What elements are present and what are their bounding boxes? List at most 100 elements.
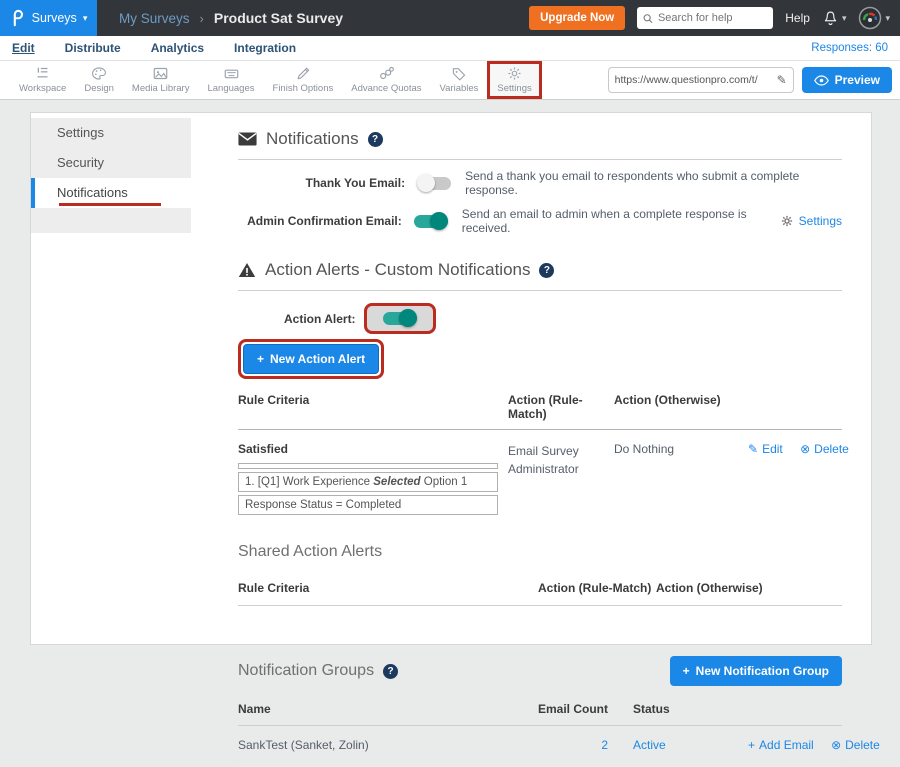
thank-you-email-toggle[interactable] [417, 177, 451, 190]
toolbar-label: Advance Quotas [351, 83, 421, 94]
toolbar-label: Media Library [132, 83, 190, 94]
toolbar-item-workspace[interactable]: Workspace [10, 61, 75, 99]
chevron-down-icon: ▾ [842, 13, 847, 24]
criteria-text: Option 1 [421, 476, 468, 488]
action-alert-toggle[interactable] [383, 312, 417, 325]
edit-url-icon[interactable]: ✎ [777, 73, 787, 87]
group-name: SankTest (Sanket, Zolin) [238, 738, 523, 752]
rule-criteria-2: Response Status = Completed [238, 495, 498, 515]
help-icon[interactable]: ? [383, 664, 398, 679]
thank-you-email-row: Thank You Email: Send a thank you email … [238, 168, 842, 198]
toolbar-label: Design [84, 83, 114, 94]
preview-button[interactable]: Preview [802, 67, 892, 93]
group-status[interactable]: Active [608, 738, 748, 752]
plus-icon: + [257, 352, 264, 366]
section-title-shared-action-alerts: Shared Action Alerts [238, 543, 842, 561]
survey-url-field[interactable]: ✎ [608, 67, 794, 93]
sidebar-item-label: Settings [57, 125, 104, 140]
upgrade-now-button[interactable]: Upgrade Now [529, 6, 625, 30]
toolbar-item-finish-options[interactable]: Finish Options [264, 61, 343, 99]
thank-you-email-description: Send a thank you email to respondents wh… [465, 169, 842, 197]
admin-confirmation-email-row: Admin Confirmation Email: Send an email … [238, 206, 842, 236]
plus-icon: + [748, 738, 755, 752]
pen-icon [295, 66, 311, 81]
add-email-link[interactable]: + Add Email [748, 738, 814, 752]
account-menu[interactable]: ▾ [858, 6, 890, 30]
responses-count[interactable]: Responses: 60 [811, 42, 888, 54]
settings-sidebar: Settings Security Notifications [31, 118, 191, 233]
delete-group-link[interactable]: ⊗ Delete [831, 738, 880, 752]
help-icon[interactable]: ? [539, 263, 554, 278]
col-action-rule-match: Action (Rule-Match) [508, 393, 614, 421]
tag-icon [451, 66, 467, 81]
section-title-notifications: Notifications [266, 129, 359, 149]
criteria-text: 1. [Q1] Work Experience [245, 476, 373, 488]
red-annotation-box: + New Action Alert [238, 339, 384, 379]
toolbar-item-design[interactable]: Design [75, 61, 123, 99]
edit-action-alert-link[interactable]: ✎ Edit [748, 442, 783, 456]
toolbar-item-media-library[interactable]: Media Library [123, 61, 199, 99]
preview-label: Preview [835, 73, 880, 87]
action-alert-toggle-row: Action Alert: [284, 303, 842, 334]
new-notification-group-button[interactable]: + New Notification Group [670, 656, 842, 686]
tab-edit[interactable]: Edit [12, 41, 35, 55]
admin-confirmation-email-toggle[interactable] [414, 215, 448, 228]
admin-confirmation-email-description: Send an email to admin when a complete r… [462, 207, 781, 235]
gear-icon [781, 215, 793, 227]
sidebar-item-notifications[interactable]: Notifications [31, 178, 191, 208]
admin-email-settings-link[interactable]: Settings [781, 214, 842, 228]
col-action-otherwise: Action (Otherwise) [656, 581, 842, 595]
toolbar-label: Finish Options [273, 83, 334, 94]
search-icon [643, 13, 653, 24]
toolbar-item-languages[interactable]: Languages [198, 61, 263, 99]
tab-integration[interactable]: Integration [234, 41, 296, 55]
section-title-action-alerts: Action Alerts - Custom Notifications [265, 260, 530, 280]
action-alert-label: Action Alert: [284, 312, 356, 326]
help-icon[interactable]: ? [368, 132, 383, 147]
settings-panel: Settings Security Notifications Notifica… [30, 112, 872, 645]
toolbar-label: Variables [440, 83, 479, 94]
surveys-product-menu[interactable]: Surveys ▾ [0, 0, 97, 36]
delete-label: Delete [814, 442, 849, 456]
sidebar-item-settings[interactable]: Settings [31, 118, 191, 148]
action-otherwise-value: Do Nothing [614, 442, 748, 515]
breadcrumb: My Surveys › Product Sat Survey [119, 10, 343, 26]
new-action-alert-button[interactable]: + New Action Alert [243, 344, 379, 374]
toolbar-item-variables[interactable]: Variables [431, 61, 488, 99]
search-input[interactable] [658, 12, 767, 24]
keyboard-icon [223, 66, 240, 81]
warning-icon [238, 262, 256, 278]
notifications-bell-menu[interactable]: ▾ [822, 10, 847, 27]
help-search[interactable] [637, 7, 773, 29]
group-email-count[interactable]: 2 [523, 738, 608, 752]
sidebar-item-security[interactable]: Security [31, 148, 191, 178]
toolbar-label: Workspace [19, 83, 66, 94]
section-title-notification-groups: Notification Groups [238, 662, 374, 680]
red-annotation-underline [59, 203, 161, 206]
help-link[interactable]: Help [785, 11, 810, 25]
toolbar-item-advance-quotas[interactable]: Advance Quotas [342, 61, 430, 99]
chain-icon [378, 66, 395, 81]
breadcrumb-my-surveys[interactable]: My Surveys [119, 11, 190, 26]
survey-url-input[interactable] [615, 74, 773, 86]
delete-action-alert-link[interactable]: ⊗ Delete [800, 442, 849, 456]
image-icon [152, 66, 169, 81]
col-email-count: Email Count [523, 702, 608, 716]
col-action-rule-match: Action (Rule-Match) [538, 581, 656, 595]
chevron-down-icon: ▾ [83, 13, 88, 24]
survey-nav: Edit Distribute Analytics Integration Re… [0, 36, 900, 61]
toggle-knob [399, 309, 417, 327]
bell-icon [822, 10, 839, 27]
red-annotation-box [364, 303, 436, 334]
plus-icon: + [683, 664, 690, 678]
tab-distribute[interactable]: Distribute [65, 41, 121, 55]
toolbar-item-settings[interactable]: Settings [487, 61, 541, 99]
notification-groups-header: Notification Groups ? + New Notification… [238, 656, 842, 686]
chevron-down-icon: ▾ [885, 13, 890, 24]
criteria-text: Response Status = Completed [245, 499, 401, 511]
edit-icon: ✎ [748, 442, 758, 456]
shared-alerts-empty-area [238, 606, 842, 634]
delete-icon: ⊗ [800, 442, 810, 456]
tab-analytics[interactable]: Analytics [151, 41, 204, 55]
thank-you-email-label: Thank You Email: [238, 176, 405, 190]
